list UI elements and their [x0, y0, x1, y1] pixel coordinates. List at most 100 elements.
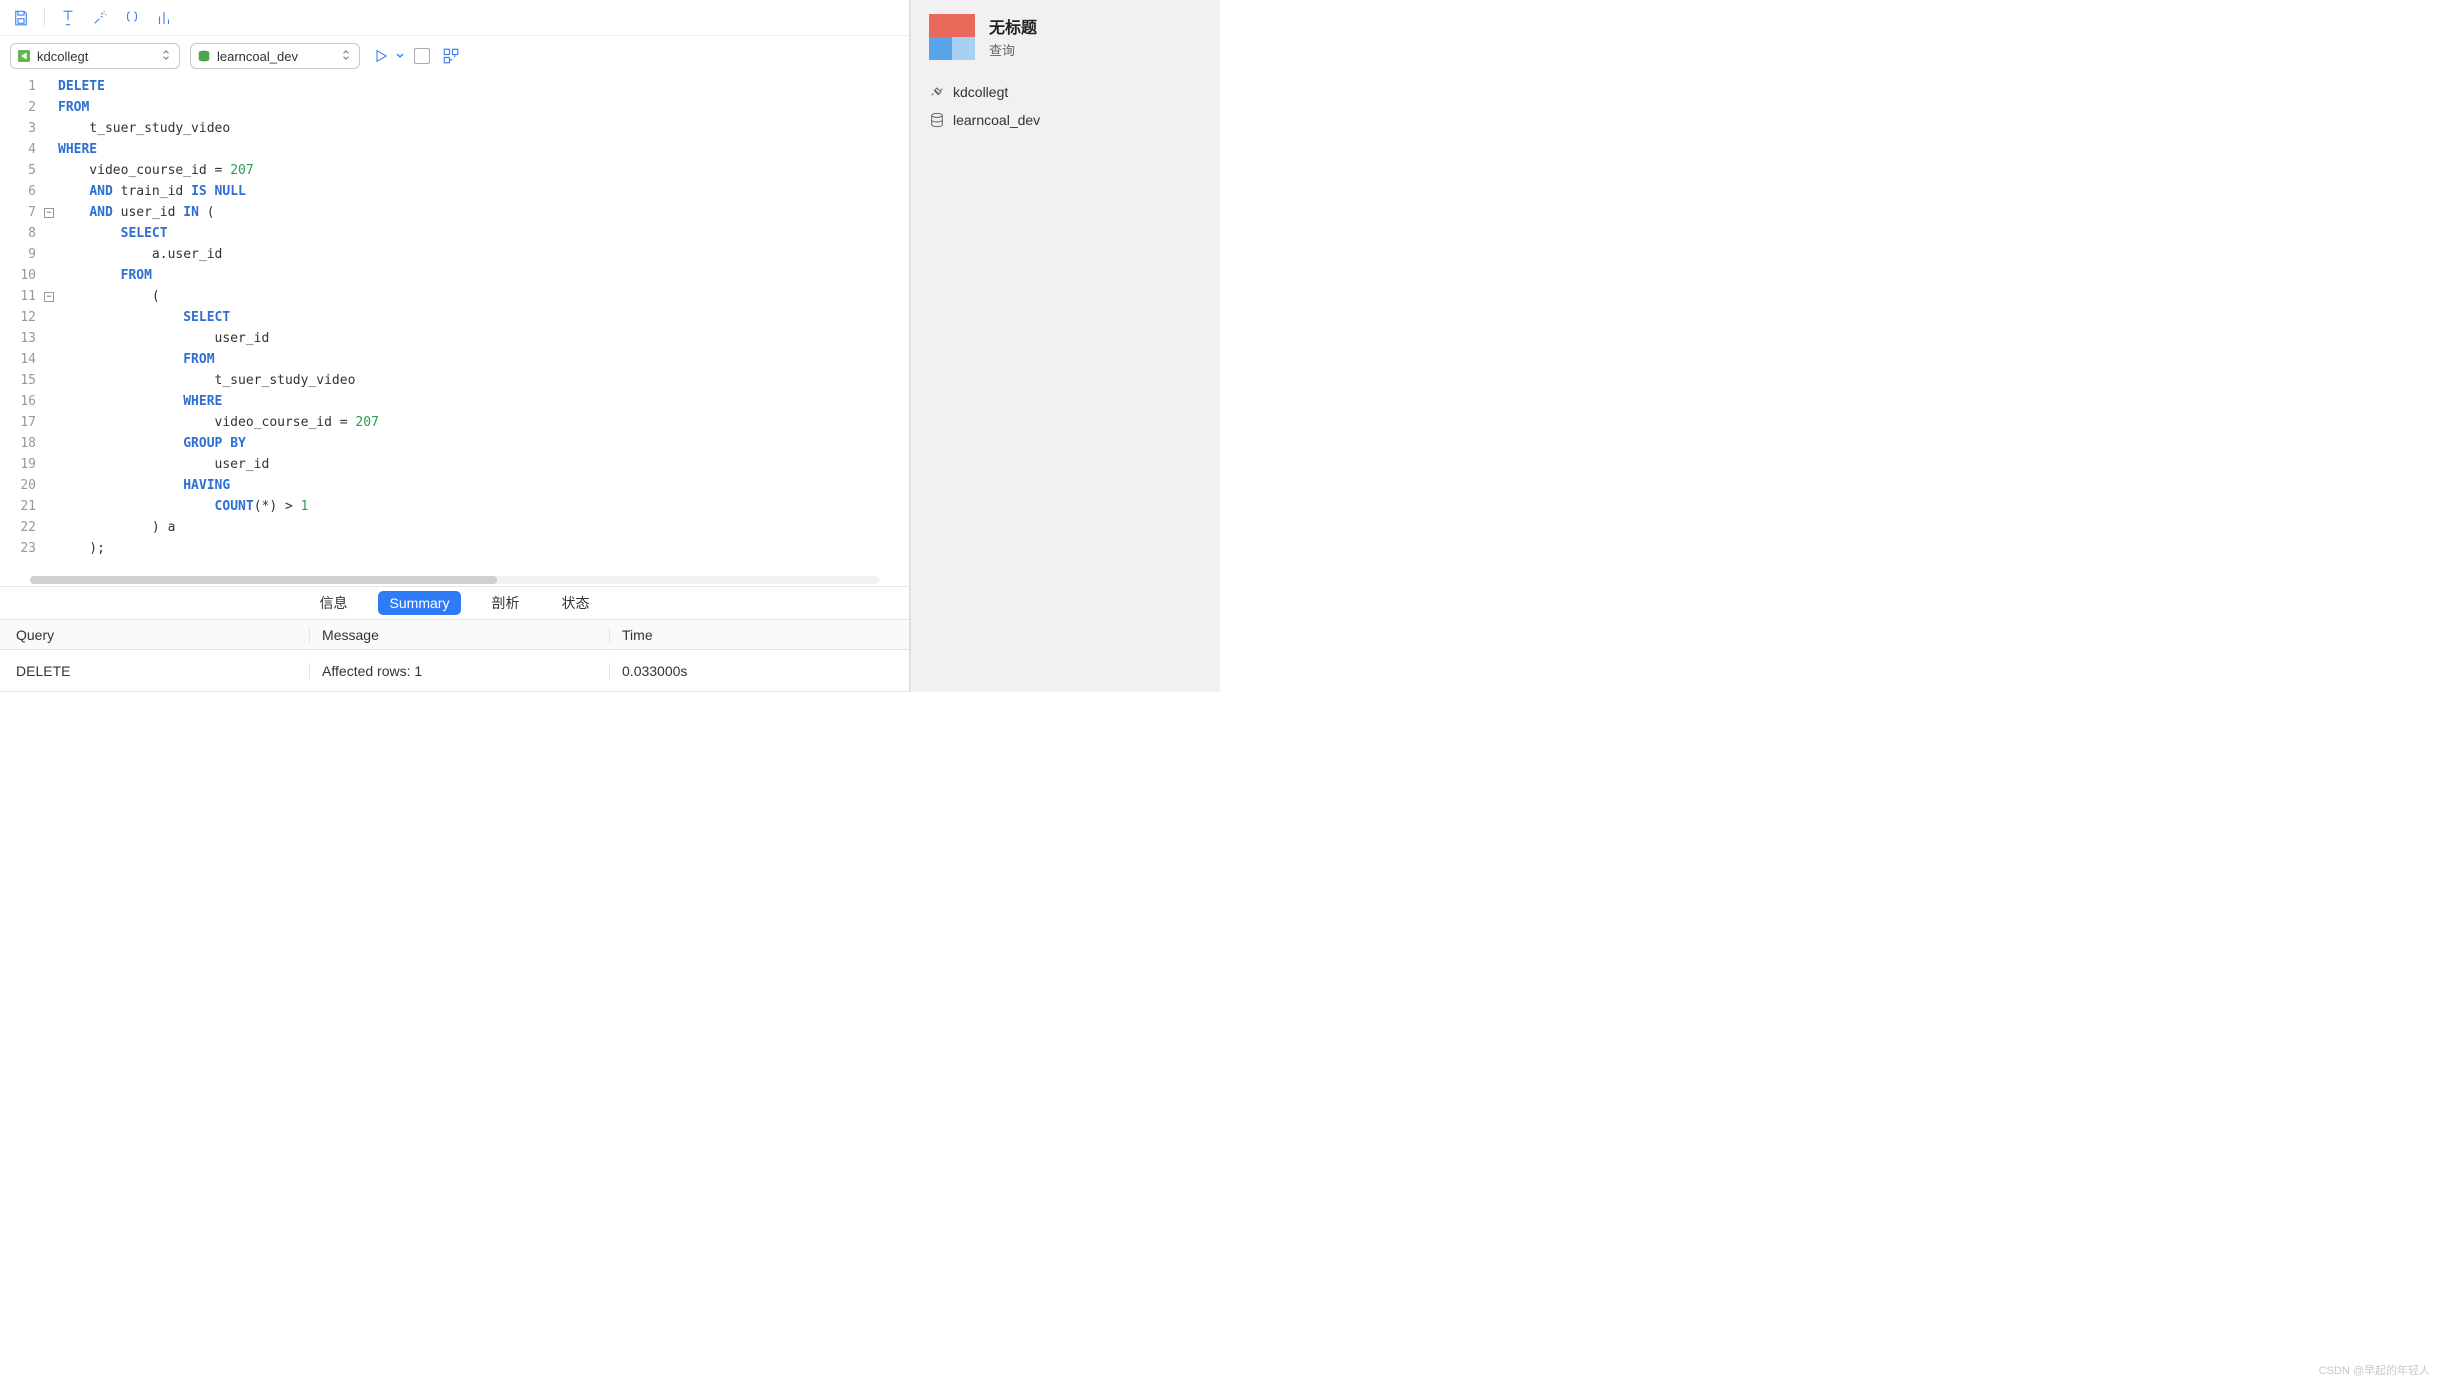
code-content[interactable]: FROM [56, 97, 89, 118]
code-line[interactable]: 1 DELETE [0, 76, 909, 97]
code-content[interactable]: AND train_id IS NULL [56, 181, 246, 202]
connection-selector[interactable]: kdcollegt [10, 43, 180, 69]
code-line[interactable]: 13 user_id [0, 328, 909, 349]
line-number: 16 [0, 391, 42, 412]
results-row[interactable]: DELETE Affected rows: 1 0.033000s [0, 650, 909, 692]
fold-gutter [42, 349, 56, 370]
code-content[interactable]: user_id [56, 328, 269, 349]
beautify-icon[interactable] [89, 7, 111, 29]
code-content[interactable]: FROM [56, 265, 152, 286]
code-line[interactable]: 11− ( [0, 286, 909, 307]
fold-gutter [42, 76, 56, 97]
sql-editor[interactable]: 1DELETE2FROM3 t_suer_study_video4WHERE5 … [0, 76, 909, 576]
code-line[interactable]: 19 user_id [0, 454, 909, 475]
fold-gutter[interactable]: − [42, 286, 56, 307]
code-line[interactable]: 17 video_course_id = 207 [0, 412, 909, 433]
code-content[interactable]: t_suer_study_video [56, 118, 230, 139]
chart-icon[interactable] [153, 7, 175, 29]
save-icon[interactable] [10, 7, 32, 29]
code-content[interactable]: DELETE [56, 76, 105, 97]
cell-query: DELETE [0, 663, 309, 679]
code-content[interactable]: HAVING [56, 475, 230, 496]
run-button[interactable] [370, 45, 392, 67]
code-content[interactable]: ( [56, 286, 160, 307]
code-content[interactable]: user_id [56, 454, 269, 475]
tab-status[interactable]: 状态 [549, 589, 601, 617]
code-line[interactable]: 6 AND train_id IS NULL [0, 181, 909, 202]
fold-gutter[interactable]: − [42, 202, 56, 223]
code-line[interactable]: 2 FROM [0, 97, 909, 118]
code-line[interactable]: 23 ); [0, 538, 909, 559]
code-content[interactable]: COUNT(*) > 1 [56, 496, 308, 517]
brackets-icon[interactable] [121, 7, 143, 29]
horizontal-scrollbar[interactable] [0, 576, 909, 586]
code-line[interactable]: 12 SELECT [0, 307, 909, 328]
line-number: 8 [0, 223, 42, 244]
code-line[interactable]: 3 t_suer_study_video [0, 118, 909, 139]
fold-gutter [42, 223, 56, 244]
cell-time: 0.033000s [609, 663, 909, 679]
watermark: CSDN @早起的年轻人 [2319, 1362, 2430, 1378]
sidebar-connection-label: kdcollegt [953, 84, 1008, 100]
code-line[interactable]: 7− AND user_id IN ( [0, 202, 909, 223]
fold-gutter [42, 181, 56, 202]
code-content[interactable]: video_course_id = 207 [56, 160, 254, 181]
code-line[interactable]: 18 GROUP BY [0, 433, 909, 454]
code-content[interactable]: video_course_id = 207 [56, 412, 379, 433]
line-number: 17 [0, 412, 42, 433]
fold-gutter [42, 139, 56, 160]
stop-button[interactable] [414, 48, 430, 64]
code-content[interactable]: t_suer_study_video [56, 370, 355, 391]
second-toolbar: kdcollegt learncoal_dev [0, 36, 909, 76]
col-header-time[interactable]: Time [609, 627, 909, 643]
fold-toggle-icon[interactable]: − [44, 292, 54, 302]
code-content[interactable]: SELECT [56, 223, 168, 244]
fold-gutter [42, 370, 56, 391]
sidebar-connection[interactable]: kdcollegt [929, 78, 1202, 106]
line-number: 1 [0, 76, 42, 97]
code-line[interactable]: 20 HAVING [0, 475, 909, 496]
code-line[interactable]: 10 FROM [0, 265, 909, 286]
code-content[interactable]: SELECT [56, 307, 230, 328]
col-header-query[interactable]: Query [0, 627, 309, 643]
results-table: Query Message Time DELETE Affected rows:… [0, 620, 909, 692]
code-content[interactable]: FROM [56, 349, 215, 370]
code-content[interactable]: a.user_id [56, 244, 222, 265]
fold-gutter [42, 391, 56, 412]
sidebar-database[interactable]: learncoal_dev [929, 106, 1202, 134]
code-line[interactable]: 16 WHERE [0, 391, 909, 412]
tab-profile[interactable]: 剖析 [479, 589, 531, 617]
code-content[interactable]: ) a [56, 517, 175, 538]
code-line[interactable]: 9 a.user_id [0, 244, 909, 265]
run-dropdown-icon[interactable] [396, 52, 404, 60]
code-content[interactable]: WHERE [56, 139, 97, 160]
line-number: 18 [0, 433, 42, 454]
line-number: 22 [0, 517, 42, 538]
code-content[interactable]: ); [56, 538, 105, 559]
sidebar-database-label: learncoal_dev [953, 112, 1040, 128]
sidebar: 无标题 查询 kdcollegt learncoal_dev [910, 0, 1220, 692]
fold-gutter [42, 97, 56, 118]
connection-label: kdcollegt [37, 49, 155, 64]
format-icon[interactable] [57, 7, 79, 29]
code-line[interactable]: 14 FROM [0, 349, 909, 370]
explain-button[interactable] [440, 45, 462, 67]
database-label: learncoal_dev [217, 49, 335, 64]
tab-info[interactable]: 信息 [308, 589, 360, 617]
results-tabs: 信息 Summary 剖析 状态 [0, 586, 909, 620]
fold-toggle-icon[interactable]: − [44, 208, 54, 218]
line-number: 2 [0, 97, 42, 118]
database-selector[interactable]: learncoal_dev [190, 43, 360, 69]
code-line[interactable]: 5 video_course_id = 207 [0, 160, 909, 181]
code-line[interactable]: 15 t_suer_study_video [0, 370, 909, 391]
code-content[interactable]: GROUP BY [56, 433, 246, 454]
tab-summary[interactable]: Summary [378, 591, 462, 615]
code-content[interactable]: AND user_id IN ( [56, 202, 215, 223]
code-content[interactable]: WHERE [56, 391, 222, 412]
code-line[interactable]: 8 SELECT [0, 223, 909, 244]
code-line[interactable]: 22 ) a [0, 517, 909, 538]
col-header-message[interactable]: Message [309, 627, 609, 643]
code-line[interactable]: 4WHERE [0, 139, 909, 160]
line-number: 19 [0, 454, 42, 475]
code-line[interactable]: 21 COUNT(*) > 1 [0, 496, 909, 517]
